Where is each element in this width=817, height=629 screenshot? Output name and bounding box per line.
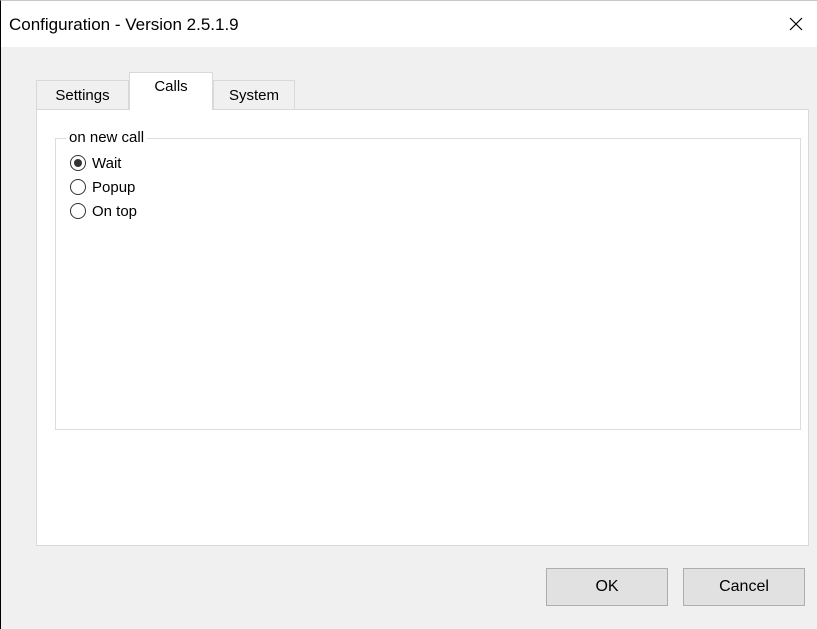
tab-system[interactable]: System bbox=[213, 80, 295, 110]
tab-calls-label: Calls bbox=[154, 78, 188, 95]
radio-popup-indicator[interactable] bbox=[70, 179, 86, 195]
title-bar[interactable]: Configuration - Version 2.5.1.9 bbox=[1, 1, 817, 47]
radio-popup[interactable]: Popup bbox=[70, 177, 135, 197]
tab-settings[interactable]: Settings bbox=[36, 80, 129, 110]
on-new-call-group: on new call Wait Popup On top bbox=[55, 129, 801, 430]
close-icon bbox=[789, 17, 803, 31]
radio-popup-label: Popup bbox=[92, 178, 136, 196]
tab-settings-label: Settings bbox=[55, 87, 110, 104]
cancel-button[interactable]: Cancel bbox=[683, 568, 805, 606]
radio-on-top-label: On top bbox=[92, 202, 138, 220]
tab-system-label: System bbox=[228, 87, 279, 104]
group-label: on new call bbox=[66, 129, 148, 147]
configuration-dialog: Configuration - Version 2.5.1.9 Settings… bbox=[0, 0, 817, 629]
calls-tab-panel: on new call Wait Popup On top bbox=[36, 109, 809, 546]
close-button[interactable] bbox=[771, 1, 817, 47]
radio-on-top-indicator[interactable] bbox=[70, 203, 86, 219]
radio-selected-dot bbox=[74, 159, 82, 167]
radio-wait-indicator[interactable] bbox=[70, 155, 86, 171]
radio-wait-label: Wait bbox=[92, 154, 122, 172]
tab-calls[interactable]: Calls bbox=[129, 72, 213, 110]
radio-on-top[interactable]: On top bbox=[70, 201, 137, 221]
ok-button[interactable]: OK bbox=[546, 568, 668, 606]
window-title: Configuration - Version 2.5.1.9 bbox=[9, 15, 239, 34]
radio-wait[interactable]: Wait bbox=[70, 153, 121, 173]
